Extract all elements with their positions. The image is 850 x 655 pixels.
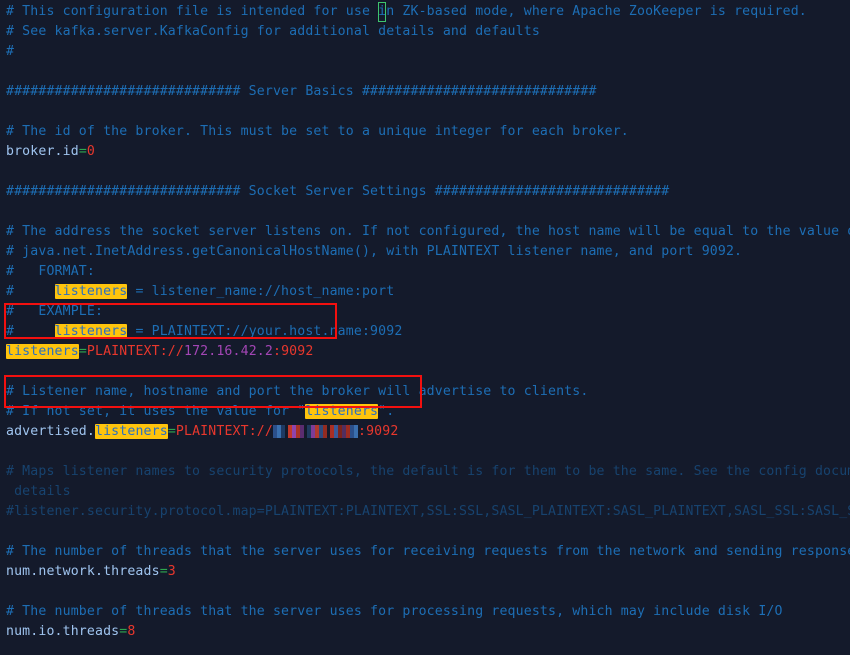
code-line: # bbox=[0, 42, 850, 62]
comment-text: # The address the socket server listens … bbox=[6, 224, 850, 239]
code-line: # This configuration file is intended fo… bbox=[0, 2, 850, 22]
commented-property-listener-security-protocol-map: #listener.security.protocol.map=PLAINTEX… bbox=[6, 504, 850, 519]
code-line-property-listeners: listeners=PLAINTEXT://172.16.42.2:9092 bbox=[0, 342, 850, 362]
comment-text: # This configuration file is intended fo… bbox=[6, 4, 379, 19]
property-key-broker-id: broker.id bbox=[6, 144, 79, 159]
code-line: # listeners = PLAINTEXT://your.host.name… bbox=[0, 322, 850, 342]
comment-text: # java.net.InetAddress.getCanonicalHostN… bbox=[6, 244, 743, 259]
colon-separator: : bbox=[272, 344, 282, 359]
code-line: # Listener name, hostname and port the b… bbox=[0, 382, 850, 402]
code-content[interactable]: # This configuration file is intended fo… bbox=[0, 0, 850, 655]
comment-text: # bbox=[6, 324, 55, 339]
search-highlight-listeners: listeners bbox=[305, 404, 379, 419]
search-highlight-listeners: listeners bbox=[95, 424, 168, 439]
config-file-editor[interactable]: # This configuration file is intended fo… bbox=[0, 0, 850, 655]
section-header-socket-server: ############################# Socket Ser… bbox=[6, 184, 670, 199]
search-highlight-listeners: listeners bbox=[54, 284, 128, 299]
property-key-num-io-threads: num.io.threads bbox=[6, 624, 120, 639]
redacted-ip-address bbox=[272, 425, 358, 438]
comment-text: # EXAMPLE: bbox=[6, 304, 104, 319]
equals-sign: = bbox=[167, 424, 176, 439]
port-number: 9092 bbox=[366, 424, 399, 439]
search-highlight-listeners: listeners bbox=[54, 324, 128, 339]
code-line: # The id of the broker. This must be set… bbox=[0, 122, 850, 142]
ip-address: 172.16.42.2 bbox=[183, 344, 273, 359]
code-line: #listener.security.protocol.map=PLAINTEX… bbox=[0, 502, 850, 522]
comment-text: = listener_name://host_name:port bbox=[127, 284, 395, 299]
comment-text: # The number of threads that the server … bbox=[6, 544, 850, 559]
text-cursor: i bbox=[378, 2, 387, 22]
comment-text: # Maps listener names to security protoc… bbox=[6, 464, 850, 479]
code-line: # See kafka.server.KafkaConfig for addit… bbox=[0, 22, 850, 42]
property-key-num-network-threads: num.network.threads bbox=[6, 564, 160, 579]
code-line-property: num.network.threads=3 bbox=[0, 562, 850, 582]
code-line-property: broker.id=0 bbox=[0, 142, 850, 162]
code-line-property: num.io.threads=8 bbox=[0, 622, 850, 642]
section-header-server-basics: ############################# Server Bas… bbox=[6, 84, 597, 99]
code-line: ############################# Socket Ser… bbox=[0, 182, 850, 202]
equals-sign: = bbox=[78, 344, 87, 359]
code-line: # The number of threads that the server … bbox=[0, 542, 850, 562]
colon-separator: : bbox=[357, 424, 367, 439]
property-value: 8 bbox=[127, 624, 136, 639]
comment-text: # bbox=[6, 284, 55, 299]
property-value: 3 bbox=[167, 564, 176, 579]
property-value: 0 bbox=[86, 144, 95, 159]
comment-text: # The id of the broker. This must be set… bbox=[6, 124, 629, 139]
port-number: 9092 bbox=[281, 344, 314, 359]
comment-text: = PLAINTEXT://your.host.name:9092 bbox=[127, 324, 403, 339]
code-line-property-advertised-listeners: advertised.listeners=PLAINTEXT://:9092 bbox=[0, 422, 850, 442]
code-line: # Maps listener names to security protoc… bbox=[0, 462, 850, 482]
comment-text: # Listener name, hostname and port the b… bbox=[6, 384, 589, 399]
search-highlight-listeners: listeners bbox=[6, 344, 79, 359]
comment-text: # If not set, it uses the value for " bbox=[6, 404, 306, 419]
code-line: ############################# Server Bas… bbox=[0, 82, 850, 102]
code-line: # The number of threads that the server … bbox=[0, 602, 850, 622]
comment-text: n ZK-based mode, where Apache ZooKeeper … bbox=[386, 4, 807, 19]
property-key-advertised: advertised. bbox=[6, 424, 95, 439]
code-line: # java.net.InetAddress.getCanonicalHostN… bbox=[0, 242, 850, 262]
comment-text: # See kafka.server.KafkaConfig for addit… bbox=[6, 24, 540, 39]
equals-sign: = bbox=[159, 564, 168, 579]
code-line: # listeners = listener_name://host_name:… bbox=[0, 282, 850, 302]
protocol-text: PLAINTEXT:// bbox=[86, 344, 184, 359]
code-line: # EXAMPLE: bbox=[0, 302, 850, 322]
code-line: # The address the socket server listens … bbox=[0, 222, 850, 242]
protocol-text: PLAINTEXT:// bbox=[175, 424, 273, 439]
comment-text: # The number of threads that the server … bbox=[6, 604, 783, 619]
code-line: # If not set, it uses the value for "lis… bbox=[0, 402, 850, 422]
equals-sign: = bbox=[78, 144, 87, 159]
comment-text: # bbox=[6, 44, 15, 59]
comment-text: ". bbox=[378, 404, 395, 419]
comment-text: details bbox=[6, 484, 71, 499]
code-line: # FORMAT: bbox=[0, 262, 850, 282]
code-line: details bbox=[0, 482, 850, 502]
comment-text: # FORMAT: bbox=[6, 264, 95, 279]
